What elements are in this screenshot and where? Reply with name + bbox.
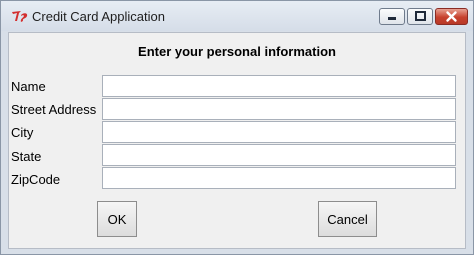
title-bar[interactable]: Credit Card Application [1,1,473,31]
window-title: Credit Card Application [32,9,165,24]
maximize-button[interactable] [407,8,433,25]
state-input[interactable] [102,144,456,166]
ok-button[interactable]: OK [97,201,137,237]
name-input[interactable] [102,75,456,97]
minimize-button[interactable] [379,8,405,25]
form-heading: Enter your personal information [138,44,336,59]
maximize-icon [415,11,426,21]
street-address-label: Street Address [11,102,97,117]
zipcode-label: ZipCode [11,172,61,187]
cancel-button[interactable]: Cancel [318,201,377,237]
street-address-input[interactable] [102,98,456,120]
state-label: State [11,149,42,164]
city-label: City [11,125,34,140]
name-label: Name [11,79,46,94]
city-input[interactable] [102,121,456,143]
application-window: Credit Card Application Enter your perso… [0,0,474,255]
tk-feather-icon [12,11,28,22]
minimize-icon [388,17,396,20]
form-panel: Enter your personal information Name Str… [8,32,466,249]
zipcode-input[interactable] [102,167,456,189]
close-button[interactable] [435,8,468,25]
close-icon [446,11,457,22]
